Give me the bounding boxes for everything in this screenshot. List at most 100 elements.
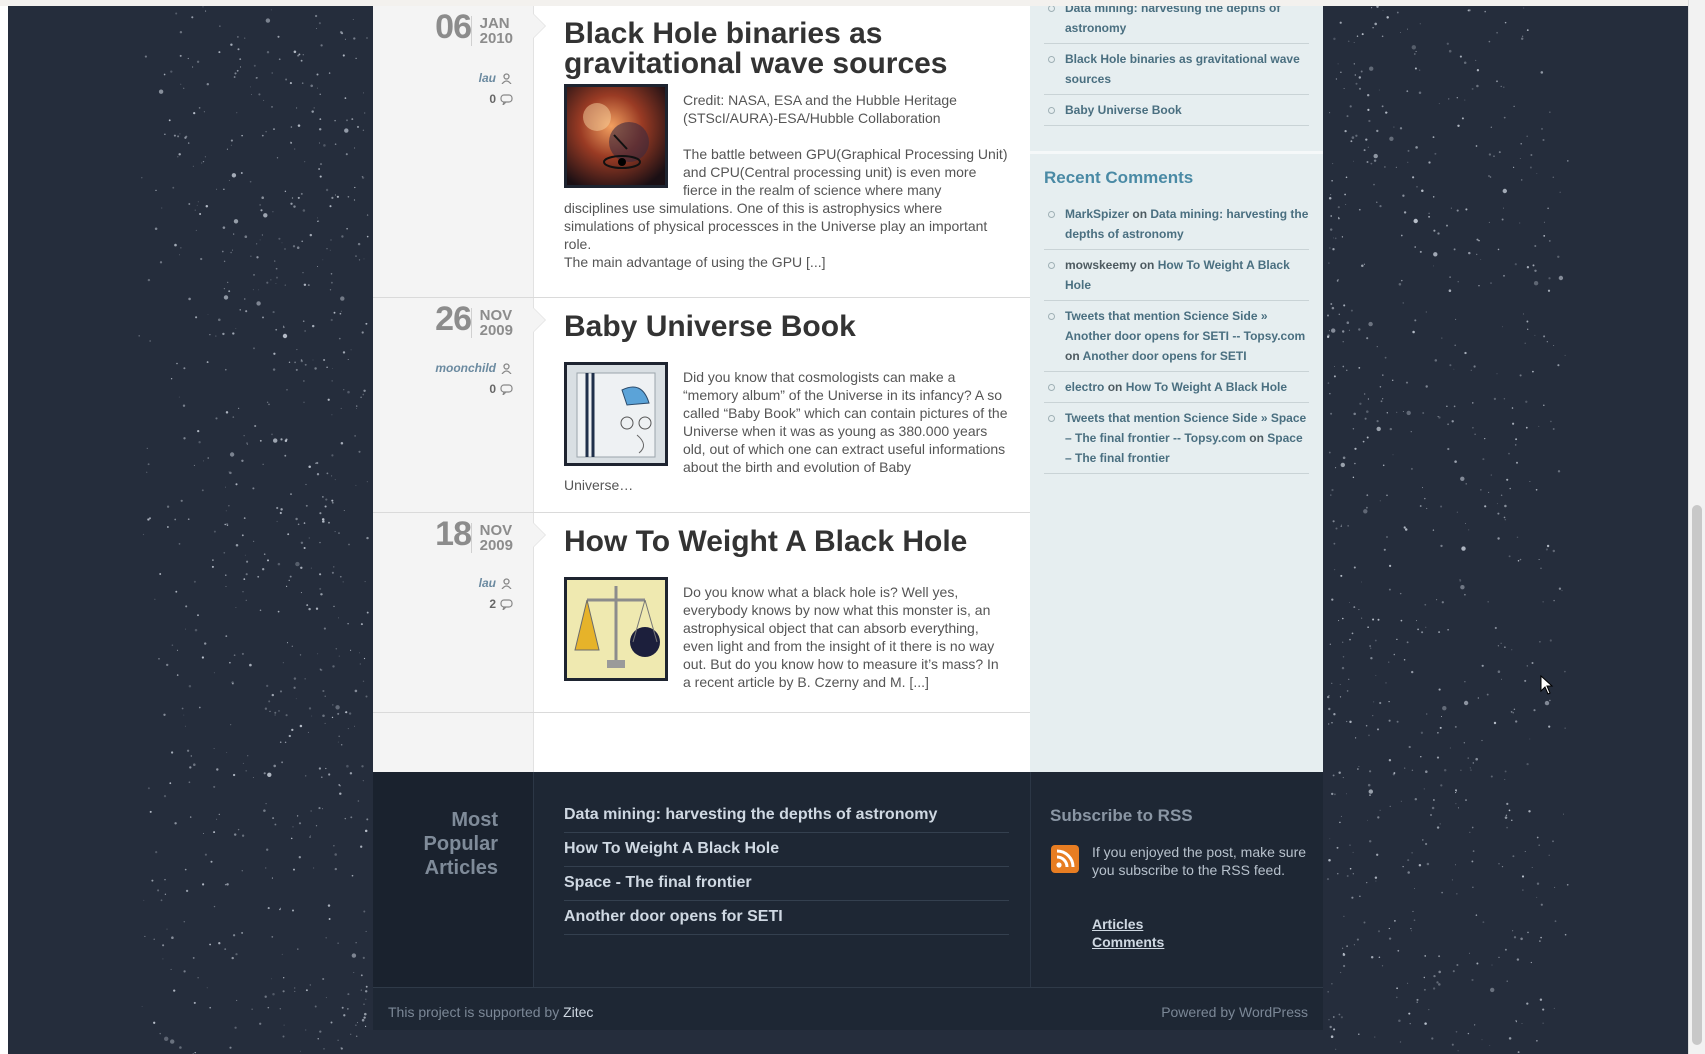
post-author-name[interactable]: lau — [479, 576, 496, 590]
post-month-year: NOV 2009 — [470, 523, 513, 554]
comment-author-link[interactable]: MarkSpizer — [1065, 207, 1129, 221]
post-day: 18 — [435, 515, 472, 553]
comment-on-word: on — [1065, 349, 1080, 363]
post-year: 2009 — [479, 537, 513, 554]
post-item: 26 NOV 2009 moonchild 0 Baby Universe Boo… — [373, 298, 1030, 513]
posts-column: 06 JAN 2010 lau 0 Black Hole binaries as … — [373, 6, 1030, 772]
post-day: 26 — [435, 300, 472, 338]
user-icon — [501, 578, 512, 590]
rss-pane: Subscribe to RSS If you enjoyed the post… — [1030, 772, 1324, 987]
post-title[interactable]: How To Weight A Black Hole — [564, 527, 1004, 557]
post-meta: 26 NOV 2009 moonchild 0 — [373, 298, 529, 398]
excerpt-paragraph: Did you know that cosmologists can make … — [683, 369, 1008, 475]
post-year: 2009 — [479, 322, 513, 339]
post-title[interactable]: Baby Universe Book — [564, 312, 1004, 342]
comment-count[interactable]: 2 — [489, 597, 496, 611]
recent-posts-list: Data mining: harvesting the depths of as… — [1030, 6, 1323, 126]
most-popular-item[interactable]: Another door opens for SETI — [564, 901, 1009, 935]
footer: Most Popular Articles Data mining: harve… — [373, 772, 1323, 1030]
recent-post-item[interactable]: Data mining: harvesting the depths of as… — [1044, 6, 1309, 44]
comment-icon — [500, 384, 513, 396]
comment-icon — [500, 94, 513, 106]
post-month-year: JAN 2010 — [470, 16, 513, 47]
most-popular-item[interactable]: How To Weight A Black Hole — [564, 833, 1009, 867]
excerpt-paragraph: The battle between GPU(Graphical Process… — [683, 146, 1008, 198]
recent-post-link[interactable]: Data mining: harvesting the depths of as… — [1065, 6, 1280, 35]
content-wrapper: 06 JAN 2010 lau 0 Black Hole binaries as … — [373, 6, 1323, 1030]
post-excerpt: Do you know what a black hole is? Well y… — [564, 583, 1009, 691]
footer-bar: This project is supported by Zitec Power… — [373, 987, 1323, 1031]
excerpt-credit: Credit: NASA, ESA and the Hubble Heritag… — [683, 92, 957, 126]
most-popular-list: Data mining: harvesting the depths of as… — [564, 799, 1009, 935]
excerpt-continued: Universe… — [564, 477, 634, 493]
comment-icon — [500, 599, 513, 611]
comment-author: mowskeemy — [1065, 258, 1137, 272]
post-meta: 18 NOV 2009 lau 2 — [373, 513, 529, 613]
recent-post-link[interactable]: Black Hole binaries as gravitational wav… — [1065, 52, 1300, 86]
recent-comments-list: MarkSpizer on Data mining: harvesting th… — [1030, 199, 1323, 474]
recent-comment-item: Tweets that mention Science Side » Anoth… — [1044, 301, 1309, 372]
comment-post-link[interactable]: How To Weight A Black Hole — [1126, 380, 1287, 394]
mouse-cursor-icon — [1540, 675, 1554, 695]
recent-post-item[interactable]: Black Hole binaries as gravitational wav… — [1044, 44, 1309, 95]
post-title[interactable]: Black Hole binaries as gravitational wav… — [564, 19, 1004, 79]
scrollbar-thumb[interactable] — [1692, 505, 1702, 1045]
recent-comments-title: Recent Comments — [1044, 168, 1194, 187]
most-popular-item[interactable]: Data mining: harvesting the depths of as… — [564, 799, 1009, 833]
post-day: 06 — [435, 8, 472, 46]
post-item: 06 JAN 2010 lau 0 Black Hole binaries as … — [373, 6, 1030, 298]
rss-title: Subscribe to RSS — [1050, 806, 1193, 825]
post-item: 18 NOV 2009 lau 2 How To Weight A Black H… — [373, 513, 1030, 713]
recent-comment-item: mowskeemy on How To Weight A Black Hole — [1044, 250, 1309, 301]
post-year: 2010 — [479, 30, 513, 47]
rss-feed-icon — [1056, 849, 1075, 868]
comment-post-link[interactable]: Another door opens for SETI — [1083, 349, 1247, 363]
post-meta: 06 JAN 2010 lau 0 — [373, 6, 529, 106]
comment-author-link[interactable]: electro — [1065, 380, 1104, 394]
recent-comment-item: Tweets that mention Science Side » Space… — [1044, 403, 1309, 474]
most-popular-heading-pane: Most Popular Articles — [373, 772, 534, 987]
comment-author-link[interactable]: Tweets that mention Science Side » Anoth… — [1065, 309, 1305, 343]
powered-by-link[interactable]: Powered by WordPress — [1161, 1004, 1308, 1020]
excerpt-more-link[interactable]: The main advantage of using the GPU [...… — [564, 254, 825, 270]
recent-post-item[interactable]: Baby Universe Book — [1044, 95, 1309, 126]
supported-prefix: This project is supported by — [388, 1004, 560, 1020]
comment-count[interactable]: 0 — [489, 382, 496, 396]
post-author[interactable]: lau — [479, 576, 513, 590]
user-icon — [501, 73, 512, 85]
most-popular-item[interactable]: Space - The final frontier — [564, 867, 1009, 901]
comment-on-word: on — [1132, 207, 1148, 221]
recent-post-link[interactable]: Baby Universe Book — [1065, 103, 1182, 117]
comment-on-word: on — [1139, 258, 1155, 272]
recent-comment-item: MarkSpizer on Data mining: harvesting th… — [1044, 199, 1309, 250]
sidebar-separator — [1030, 151, 1323, 154]
post-author[interactable]: moonchild — [435, 361, 513, 375]
post-excerpt: Did you know that cosmologists can make … — [564, 368, 1009, 494]
comment-count[interactable]: 0 — [489, 92, 496, 106]
most-popular-title: Most Popular Articles — [423, 809, 498, 879]
post-author-name[interactable]: lau — [479, 71, 496, 85]
post-author[interactable]: lau — [479, 71, 513, 85]
vertical-scrollbar[interactable] — [1688, 0, 1705, 1054]
rss-comments-link[interactable]: Comments — [1092, 933, 1164, 951]
sidebar: Data mining: harvesting the depths of as… — [1030, 6, 1323, 772]
rss-icon[interactable] — [1051, 845, 1079, 873]
post-comment-count[interactable]: 0 — [489, 92, 513, 106]
rss-articles-link[interactable]: Articles — [1092, 915, 1164, 933]
rss-links: Articles Comments — [1092, 915, 1164, 951]
recent-comment-item: electro on How To Weight A Black Hole — [1044, 372, 1309, 403]
page-viewport: 06 JAN 2010 lau 0 Black Hole binaries as … — [8, 6, 1688, 1054]
post-excerpt: Credit: NASA, ESA and the Hubble Heritag… — [564, 91, 1009, 271]
zitec-link[interactable]: Zitec — [563, 1004, 593, 1020]
post-author-name[interactable]: moonchild — [435, 361, 496, 375]
rss-description: If you enjoyed the post, make sure you s… — [1092, 844, 1307, 878]
excerpt-paragraph: Do you know what a black hole is? Well y… — [683, 584, 999, 690]
comment-on-word: on — [1249, 431, 1264, 445]
post-month-year: NOV 2009 — [470, 308, 513, 339]
post-comment-count[interactable]: 0 — [489, 382, 513, 396]
comment-on-word: on — [1107, 380, 1123, 394]
user-icon — [501, 363, 512, 375]
supported-by: This project is supported by Zitec — [388, 1004, 593, 1020]
post-comment-count[interactable]: 2 — [489, 597, 513, 611]
excerpt-continued: disciplines use simulations. One of this… — [564, 200, 988, 252]
